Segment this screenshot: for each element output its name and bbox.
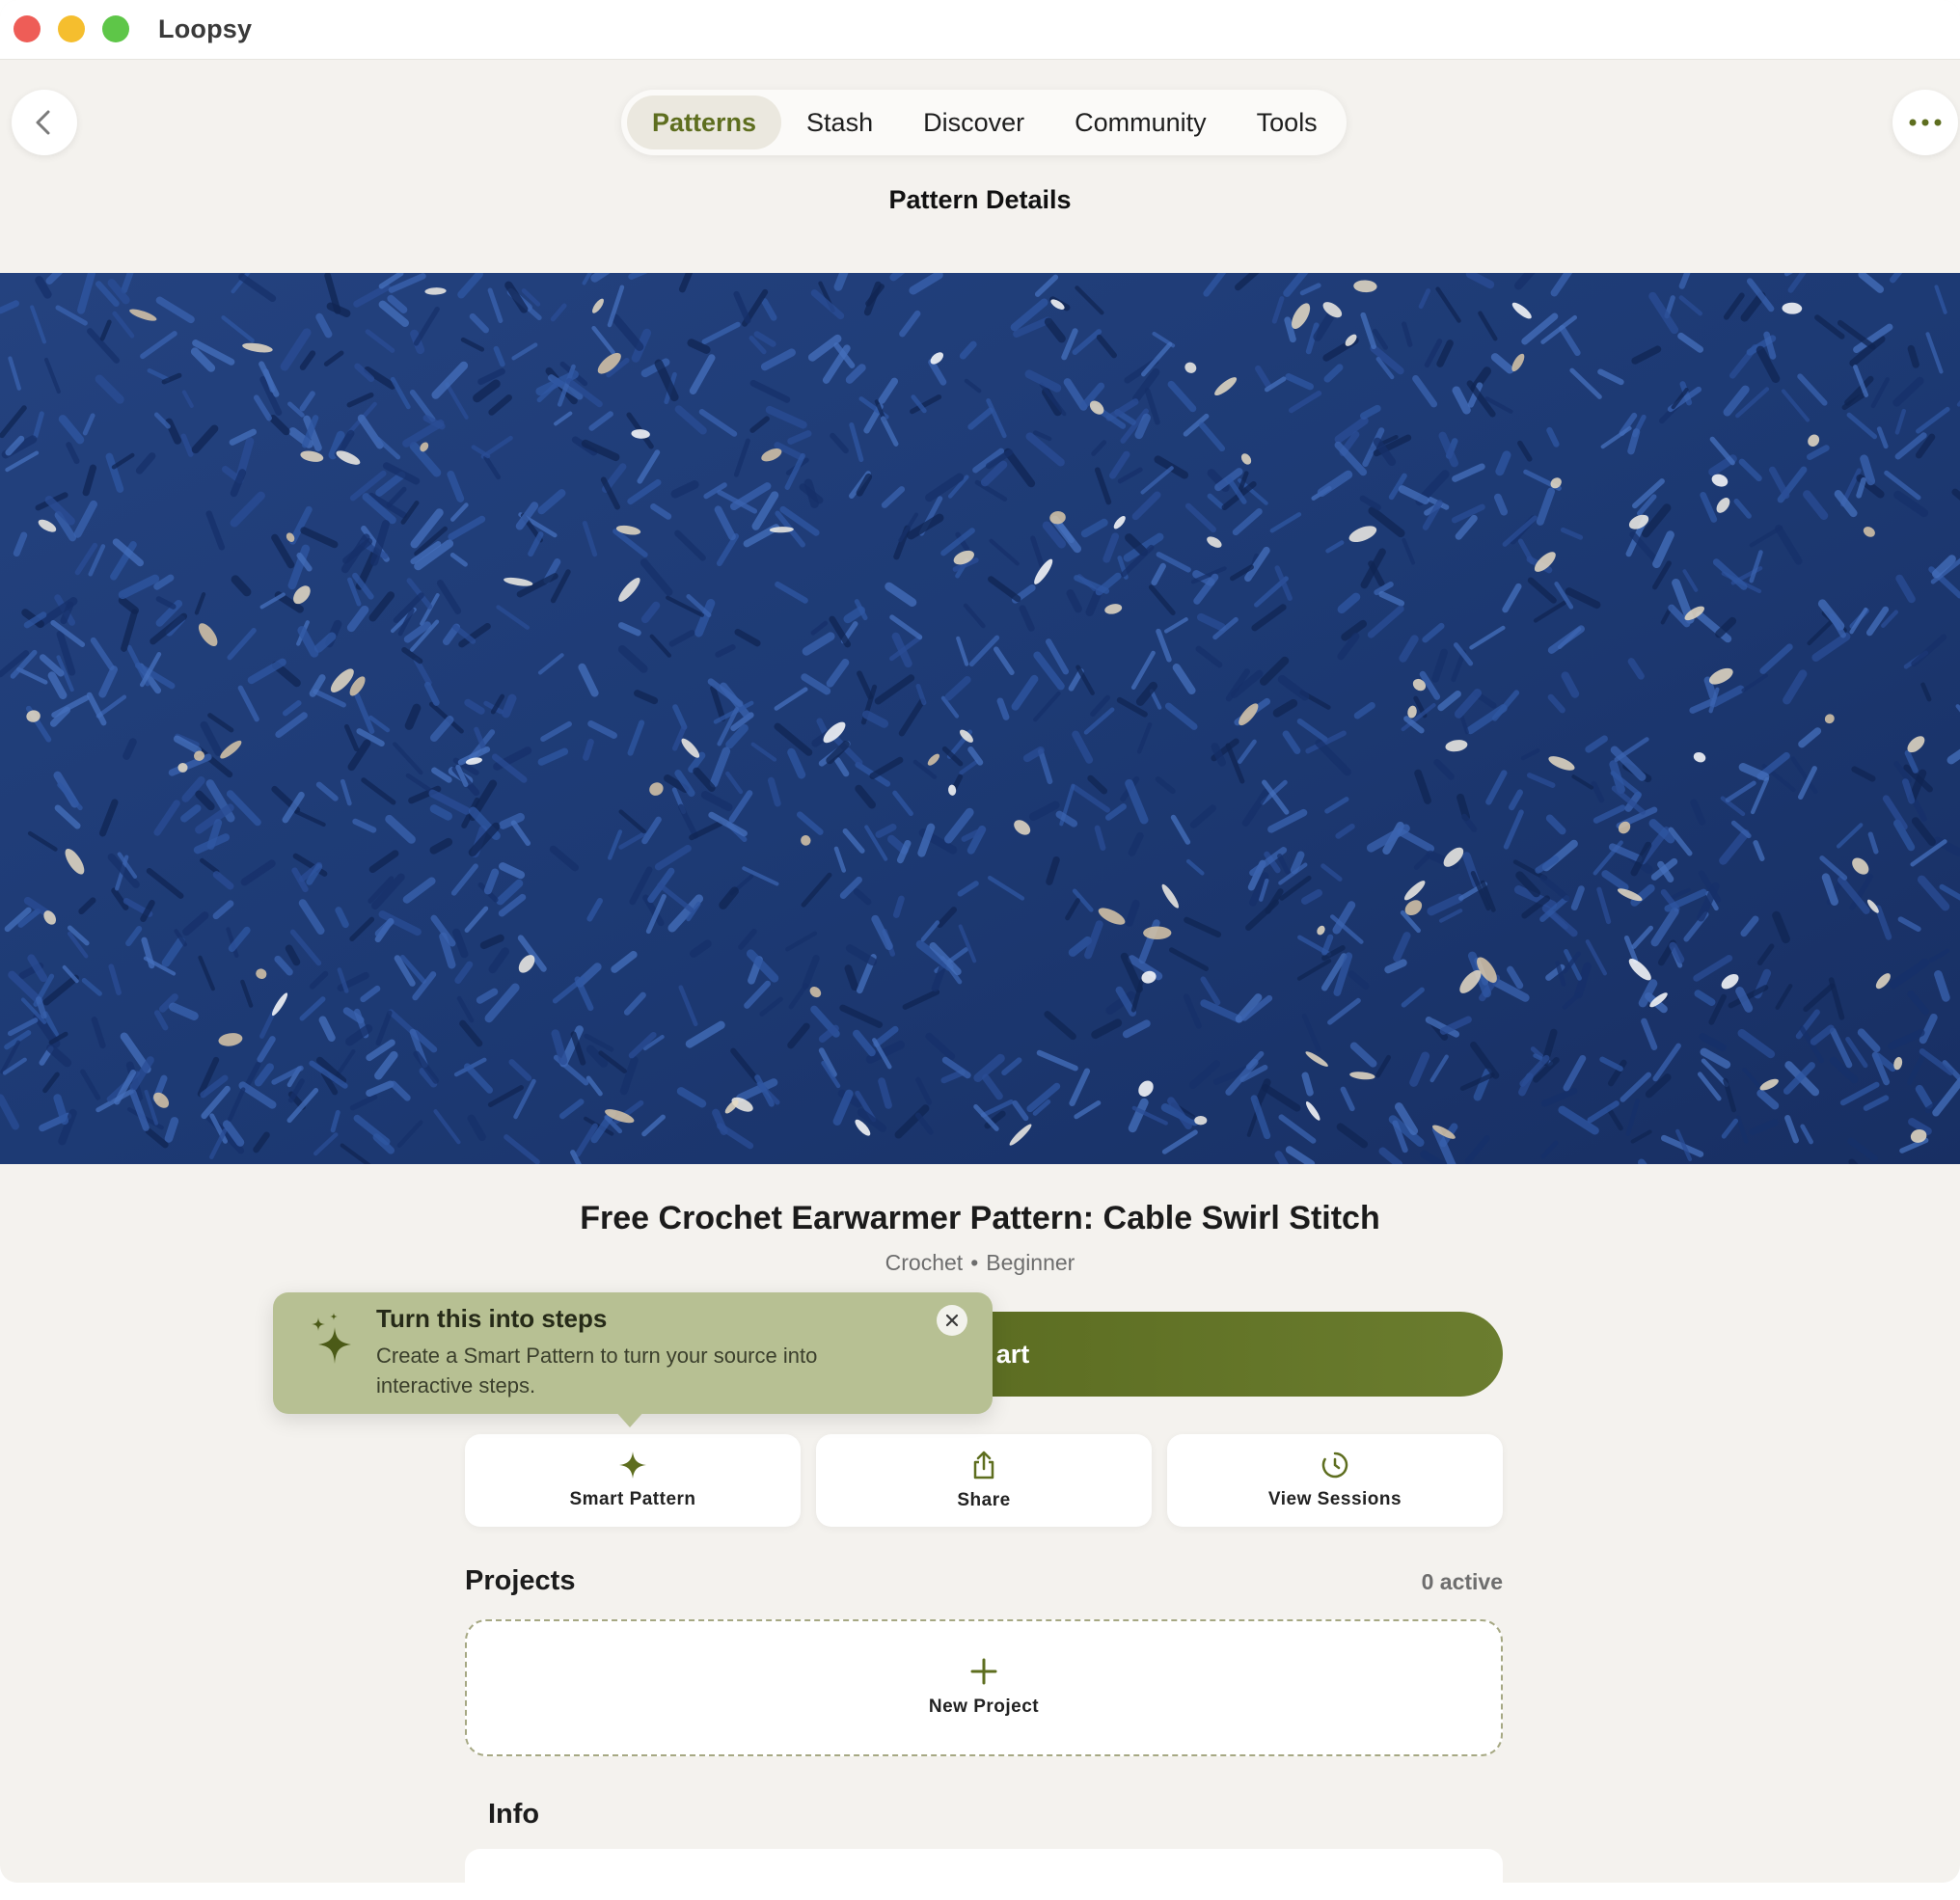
tooltip-close-button[interactable]: [937, 1305, 967, 1336]
pattern-title: Free Crochet Earwarmer Pattern: Cable Sw…: [580, 1200, 1380, 1236]
start-button-label: art: [995, 1339, 1030, 1369]
app-window: Loopsy Patterns Stash Discover Community…: [0, 0, 1960, 1883]
close-icon: [945, 1314, 959, 1327]
tab-community[interactable]: Community: [1049, 95, 1232, 149]
app-title: Loopsy: [158, 14, 253, 43]
history-icon: [1321, 1452, 1348, 1479]
info-title: Info: [488, 1799, 540, 1830]
projects-title: Projects: [465, 1565, 576, 1596]
meta-separator: •: [970, 1250, 979, 1275]
pattern-craft: Crochet: [885, 1250, 964, 1275]
sparkle-icon: [619, 1452, 646, 1479]
smart-pattern-label: Smart Pattern: [569, 1489, 696, 1509]
page-heading: Pattern Details: [888, 185, 1072, 214]
tab-patterns[interactable]: Patterns: [627, 95, 782, 149]
chevron-left-icon: [36, 110, 50, 135]
pattern-level: Beginner: [986, 1250, 1075, 1275]
tab-tools[interactable]: Tools: [1232, 95, 1343, 149]
pattern-cover-image: [0, 273, 1960, 1164]
view-sessions-label: View Sessions: [1267, 1489, 1402, 1509]
plus-icon: [970, 1658, 997, 1685]
smart-pattern-button[interactable]: Smart Pattern: [465, 1434, 801, 1527]
minimize-window-button[interactable]: [58, 15, 85, 42]
title-bar: Loopsy: [0, 0, 1960, 60]
pattern-meta: Crochet • Beginner: [0, 1250, 1960, 1276]
tooltip-pointer: [614, 1410, 645, 1427]
main-tab-bar: Patterns Stash Discover Community Tools: [621, 90, 1347, 155]
ellipsis-icon: [1909, 119, 1942, 126]
new-project-button[interactable]: New Project: [465, 1619, 1503, 1756]
sparkles-icon: [312, 1313, 351, 1364]
share-icon: [973, 1451, 994, 1479]
smart-pattern-tooltip: Turn this into steps Create a Smart Patt…: [273, 1292, 993, 1414]
active-projects-count: 0 active: [1421, 1569, 1503, 1594]
tooltip-title: Turn this into steps: [376, 1304, 608, 1333]
close-window-button[interactable]: [14, 15, 41, 42]
share-button[interactable]: Share: [816, 1434, 1152, 1527]
new-project-label: New Project: [928, 1696, 1040, 1717]
more-options-button[interactable]: [1892, 90, 1958, 155]
back-button[interactable]: [12, 90, 77, 155]
view-sessions-button[interactable]: View Sessions: [1167, 1434, 1503, 1527]
tab-discover[interactable]: Discover: [898, 95, 1049, 149]
share-label: Share: [957, 1490, 1011, 1510]
info-card: [465, 1849, 1503, 1883]
tooltip-body: Create a Smart Pattern to turn your sour…: [376, 1344, 818, 1398]
tab-stash[interactable]: Stash: [781, 95, 898, 149]
zoom-window-button[interactable]: [102, 15, 129, 42]
